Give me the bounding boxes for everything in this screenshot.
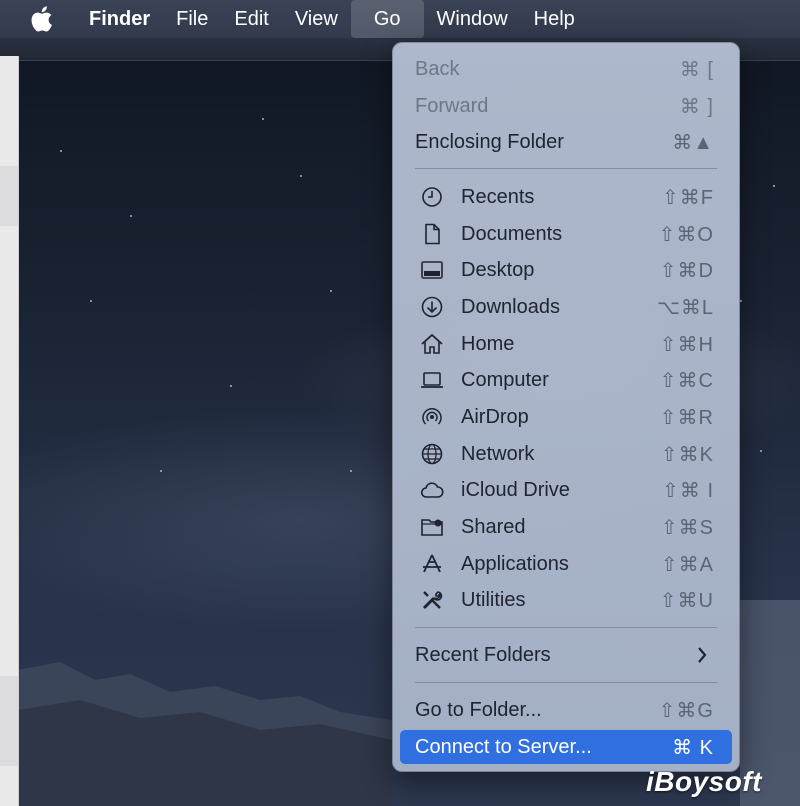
menu-item-computer[interactable]: Computer ⇧⌘C	[400, 363, 732, 397]
menu-item-label: Downloads	[461, 295, 560, 318]
shared-folder-icon	[421, 519, 443, 536]
shortcut: ⇧⌘R	[659, 406, 714, 429]
menu-item-downloads[interactable]: Downloads ⌥⌘L	[400, 290, 732, 324]
menu-item-icloud-drive[interactable]: iCloud Drive ⇧⌘ I	[400, 473, 732, 507]
document-icon	[425, 223, 440, 245]
menu-file[interactable]: File	[163, 0, 221, 38]
download-icon	[421, 296, 443, 318]
shortcut: ⇧⌘G	[658, 699, 714, 722]
apple-logo-icon[interactable]	[28, 5, 54, 33]
shortcut: ⇧⌘D	[659, 259, 714, 282]
menu-item-label: Shared	[461, 515, 526, 538]
separator	[415, 168, 717, 169]
menu-help[interactable]: Help	[521, 0, 588, 38]
menu-item-applications[interactable]: Applications ⇧⌘A	[400, 547, 732, 581]
menu-item-label: Connect to Server...	[415, 735, 592, 758]
menu-item-label: Forward	[415, 94, 489, 117]
menu-item-airdrop[interactable]: AirDrop ⇧⌘R	[400, 400, 732, 434]
menu-item-label: Back	[415, 57, 460, 80]
menu-item-home[interactable]: Home ⇧⌘H	[400, 327, 732, 361]
separator	[415, 627, 717, 628]
menu-item-back[interactable]: Back ⌘ [	[400, 52, 732, 86]
menu-bar: Finder File Edit View Go Window Help	[0, 0, 800, 38]
tools-icon	[422, 591, 443, 610]
menu-edit[interactable]: Edit	[221, 0, 281, 38]
menu-item-label: Go to Folder...	[415, 698, 542, 721]
cloud-icon	[420, 482, 444, 498]
menu-go[interactable]: Go	[350, 0, 424, 38]
shortcut: ⇧⌘ I	[662, 479, 714, 502]
shortcut: ⌘ [	[679, 58, 714, 81]
applications-icon	[423, 554, 441, 573]
shortcut: ⌘ K	[672, 736, 714, 759]
menu-item-network[interactable]: Network ⇧⌘K	[400, 437, 732, 471]
menu-item-documents[interactable]: Documents ⇧⌘O	[400, 217, 732, 251]
menu-item-desktop[interactable]: Desktop ⇧⌘D	[400, 253, 732, 287]
menu-item-label: Home	[461, 332, 515, 355]
shortcut: ⇧⌘O	[658, 223, 714, 246]
desktop-icon	[421, 261, 443, 279]
menu-window[interactable]: Window	[424, 0, 521, 38]
menu-item-label: Desktop	[461, 258, 535, 281]
menu-item-enclosing-folder[interactable]: Enclosing Folder ⌘▲	[400, 125, 732, 159]
menu-item-utilities[interactable]: Utilities ⇧⌘U	[400, 583, 732, 617]
shortcut: ⇧⌘H	[659, 333, 714, 356]
menu-item-label: AirDrop	[461, 405, 529, 428]
shortcut: ⇧⌘S	[660, 516, 714, 539]
menu-item-label: Documents	[461, 222, 563, 245]
menu-item-label: Network	[461, 442, 535, 465]
airdrop-icon	[422, 408, 442, 425]
menu-item-label: Enclosing Folder	[415, 130, 564, 153]
shortcut: ⇧⌘U	[659, 589, 714, 612]
shortcut: ⇧⌘C	[659, 369, 714, 392]
finder-window-edge	[0, 56, 19, 806]
menu-item-label: Recents	[461, 185, 535, 208]
shortcut: ⌘ ]	[679, 95, 714, 118]
shortcut: ⇧⌘A	[660, 553, 714, 576]
laptop-icon	[421, 372, 443, 388]
separator	[415, 682, 717, 683]
menu-item-label: Applications	[461, 552, 569, 575]
clock-icon	[422, 187, 442, 207]
shortcut: ⌥⌘L	[656, 296, 714, 319]
watermark-logo: iBoysoft	[646, 766, 762, 797]
menu-item-connect-to-server[interactable]: Connect to Server... ⌘ K	[400, 730, 732, 764]
menu-item-label: Utilities	[461, 588, 526, 611]
menu-item-go-to-folder[interactable]: Go to Folder... ⇧⌘G	[400, 693, 732, 727]
shortcut: ⇧⌘K	[660, 443, 714, 466]
home-icon	[421, 333, 443, 354]
menu-item-recents[interactable]: Recents ⇧⌘F	[400, 180, 732, 214]
menu-item-recent-folders[interactable]: Recent Folders	[400, 638, 732, 672]
globe-icon	[421, 443, 443, 465]
menu-item-forward[interactable]: Forward ⌘ ]	[400, 89, 732, 123]
chevron-right-icon	[698, 647, 707, 663]
shortcut: ⌘▲	[672, 131, 714, 154]
go-menu-dropdown: Back ⌘ [ Forward ⌘ ] Enclosing Folder ⌘▲…	[392, 42, 740, 772]
shortcut: ⇧⌘F	[662, 186, 714, 209]
menu-item-shared[interactable]: Shared ⇧⌘S	[400, 510, 732, 544]
menu-item-label: iCloud Drive	[461, 478, 570, 501]
menu-item-label: Recent Folders	[415, 643, 551, 666]
menu-item-label: Computer	[461, 368, 549, 391]
menu-finder[interactable]: Finder	[76, 0, 163, 38]
menu-view[interactable]: View	[282, 0, 351, 38]
